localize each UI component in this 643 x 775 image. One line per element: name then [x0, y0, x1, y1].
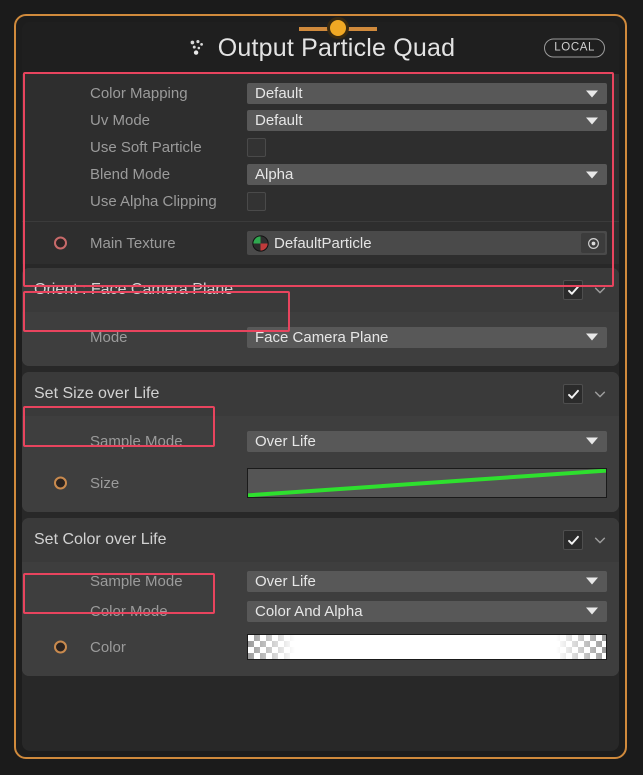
- dropdown-color-mapping[interactable]: Default: [247, 83, 607, 104]
- block-set-size-over-life-body: Sample Mode Over Life Size: [22, 416, 619, 512]
- label-blend-mode: Blend Mode: [90, 166, 171, 183]
- chevron-down-icon[interactable]: [593, 283, 607, 297]
- label-color-mapping: Color Mapping: [90, 85, 188, 102]
- dropdown-uv-mode[interactable]: Default: [247, 110, 607, 131]
- label-use-soft-particle: Use Soft Particle: [90, 139, 202, 156]
- block-set-color-over-life-title: Set Color over Life: [34, 531, 167, 548]
- row-size: Size: [22, 462, 619, 504]
- dropdown-orient-mode[interactable]: Face Camera Plane: [247, 326, 607, 348]
- label-uv-mode: Uv Mode: [90, 112, 151, 129]
- row-size-sample-mode: Sample Mode Over Life: [22, 420, 619, 462]
- label-color-sample-mode: Sample Mode: [90, 572, 183, 590]
- row-use-soft-particle: Use Soft Particle: [22, 134, 619, 161]
- chevron-down-icon: [586, 577, 598, 585]
- block-set-color-over-life-header[interactable]: Set Color over Life: [22, 518, 619, 562]
- block-orient-enable-checkbox[interactable]: [563, 280, 583, 300]
- block-orient: Orient : Face Camera Plane Mode Face Cam…: [22, 268, 619, 366]
- block-orient-body: Mode Face Camera Plane: [22, 312, 619, 366]
- row-blend-mode: Blend Mode Alpha: [22, 161, 619, 188]
- chevron-down-icon[interactable]: [593, 387, 607, 401]
- node-settings-body: Color Mapping Default Uv Mode Default Us…: [22, 74, 619, 264]
- row-color: Color: [22, 626, 619, 668]
- flow-input-connector[interactable]: [299, 16, 377, 42]
- label-color-mode: Color Mode: [90, 602, 168, 620]
- chevron-down-icon: [586, 171, 598, 178]
- block-orient-header[interactable]: Orient : Face Camera Plane: [22, 268, 619, 312]
- vfx-node-output-particle-quad[interactable]: Output Particle Quad LOCAL Color Mapping…: [14, 14, 627, 759]
- checkbox-use-alpha-clipping[interactable]: [247, 192, 266, 211]
- row-use-alpha-clipping: Use Alpha Clipping: [22, 188, 619, 215]
- objectfield-main-texture-value: DefaultParticle: [274, 234, 372, 252]
- particle-quad-icon: [190, 40, 203, 55]
- chevron-down-icon: [586, 607, 598, 615]
- chevron-down-icon: [586, 90, 598, 97]
- dropdown-color-mode-value: Color And Alpha: [255, 602, 363, 620]
- block-set-size-over-life-title: Set Size over Life: [34, 385, 160, 402]
- texture-preview-icon: [252, 234, 269, 252]
- port-color[interactable]: [54, 640, 67, 654]
- label-orient-mode: Mode: [90, 328, 128, 346]
- flow-connector-knob[interactable]: [327, 17, 349, 39]
- object-picker-icon[interactable]: [581, 233, 605, 253]
- block-set-size-over-life-header[interactable]: Set Size over Life: [22, 372, 619, 416]
- row-uv-mode: Uv Mode Default: [22, 107, 619, 134]
- gradient-preview: [248, 635, 606, 659]
- dropdown-color-mode[interactable]: Color And Alpha: [247, 600, 607, 622]
- dropdown-color-sample-mode[interactable]: Over Life: [247, 570, 607, 592]
- dropdown-uv-mode-value: Default: [255, 112, 303, 129]
- label-size-sample-mode: Sample Mode: [90, 432, 183, 450]
- objectfield-main-texture[interactable]: DefaultParticle: [247, 231, 607, 255]
- dropdown-color-sample-mode-value: Over Life: [255, 572, 316, 590]
- chevron-down-icon: [586, 333, 598, 341]
- port-size[interactable]: [54, 476, 67, 490]
- block-set-color-enable-checkbox[interactable]: [563, 530, 583, 550]
- chevron-down-icon[interactable]: [593, 533, 607, 547]
- label-use-alpha-clipping: Use Alpha Clipping: [90, 193, 217, 210]
- block-set-size-enable-checkbox[interactable]: [563, 384, 583, 404]
- block-set-color-over-life: Set Color over Life Sample Mode Over Lif…: [22, 518, 619, 676]
- block-set-size-over-life: Set Size over Life Sample Mode Over Life: [22, 372, 619, 512]
- space-badge[interactable]: LOCAL: [544, 38, 605, 58]
- port-main-texture[interactable]: [54, 236, 67, 250]
- row-color-sample-mode: Sample Mode Over Life: [22, 566, 619, 596]
- dropdown-blend-mode[interactable]: Alpha: [247, 164, 607, 185]
- dropdown-blend-mode-value: Alpha: [255, 166, 294, 183]
- checkbox-use-soft-particle[interactable]: [247, 138, 266, 157]
- dropdown-orient-mode-value: Face Camera Plane: [255, 328, 389, 346]
- dropdown-size-sample-mode[interactable]: Over Life: [247, 430, 607, 452]
- row-orient-mode: Mode Face Camera Plane: [22, 316, 619, 358]
- chevron-down-icon: [586, 437, 598, 445]
- dropdown-color-mapping-value: Default: [255, 85, 303, 102]
- gradientfield-color[interactable]: [247, 634, 607, 660]
- node-settings-block: Color Mapping Default Uv Mode Default Us…: [22, 74, 619, 264]
- block-set-color-over-life-body: Sample Mode Over Life Color Mode Color A…: [22, 562, 619, 676]
- curvefield-size[interactable]: [247, 468, 607, 498]
- dropdown-size-sample-mode-value: Over Life: [255, 432, 316, 450]
- chevron-down-icon: [586, 117, 598, 124]
- row-color-mapping: Color Mapping Default: [22, 80, 619, 107]
- row-color-mode: Color Mode Color And Alpha: [22, 596, 619, 626]
- row-main-texture: Main Texture DefaultParticle: [22, 222, 619, 264]
- block-orient-title: Orient : Face Camera Plane: [34, 281, 234, 298]
